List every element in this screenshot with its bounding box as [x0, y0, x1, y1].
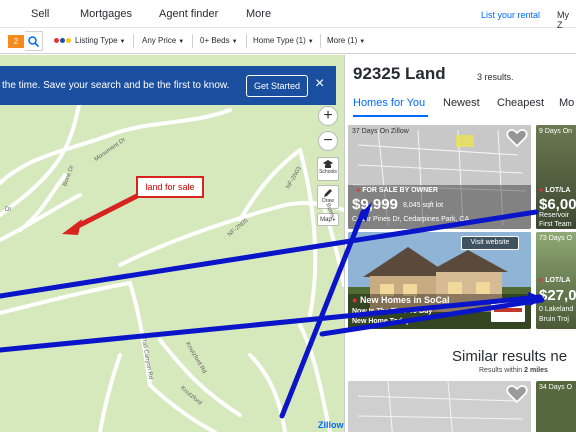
visit-website-button[interactable]: Visit website [461, 236, 519, 250]
get-started-button[interactable]: Get Started [246, 75, 308, 97]
listing-broker: Bruin Troj [539, 316, 569, 323]
heart-icon[interactable] [506, 127, 528, 149]
tab-more[interactable]: Mo [559, 97, 574, 109]
listing-broker: First Team [539, 221, 572, 228]
listing-card[interactable]: 37 Days On Zillow ● FOR SALE BY OWNER $9… [348, 125, 531, 229]
home-type-filter[interactable]: Home Type (1) ▼ [253, 32, 314, 50]
divider [133, 34, 134, 48]
days-on-zillow: 9 Days On [539, 128, 573, 135]
ad-subtitle: Now Is The Time To Buy [352, 308, 433, 315]
listing-card[interactable]: 73 Days O ● LOT/LA $27,0 0 Lakeland Brui… [536, 232, 576, 329]
listing-address: 0 Lakeland [539, 306, 574, 313]
listing-status-text: LOT/LA [545, 187, 571, 194]
school-icon [323, 160, 333, 168]
results-count: 3 results. [477, 72, 514, 82]
listing-status: ● LOT/LA [539, 187, 570, 194]
beds-filter[interactable]: 0+ Beds ▼ [200, 32, 238, 50]
beds-filter-label: 0+ Beds [200, 36, 230, 45]
days-on-zillow: 37 Days On Zillow [352, 128, 409, 135]
zoom-out-button[interactable]: − [318, 131, 338, 151]
results-within-value: 2 miles [524, 367, 548, 374]
save-search-banner: the time. Save your search and be the fi… [0, 66, 336, 105]
ad-tagline: New Home Today [352, 318, 410, 325]
caret-down-icon: ▼ [307, 39, 314, 45]
filter-bar: 2 Listing Type ▼ Any Price ▼ 0+ Beds ▼ Home… [0, 28, 576, 54]
nav-mortgages[interactable]: Mortgages [80, 8, 132, 20]
results-title: 92325 Land [353, 64, 446, 83]
listing-status-text: LOT/LA [545, 277, 571, 284]
status-dot-icon: ● [352, 295, 360, 305]
caret-down-icon: ▼ [119, 39, 126, 46]
listing-type-dots-icon [54, 32, 72, 50]
price-filter-label: Any Price [142, 36, 177, 45]
results-pane: 92325 Land 3 results. Homes for You Newe… [344, 55, 576, 432]
listing-price: $27,0 [539, 287, 576, 304]
nav-more[interactable]: More [246, 8, 271, 20]
active-tab-indicator [353, 115, 428, 117]
advertiser-logo [491, 300, 525, 322]
nav-list-rental[interactable]: List your rental [481, 10, 540, 20]
search-count-badge: 2 [8, 35, 24, 48]
tab-homes-for-you[interactable]: Homes for You [353, 97, 425, 109]
caret-down-icon: ▼ [359, 39, 366, 45]
nav-sell[interactable]: Sell [31, 8, 49, 20]
search-button[interactable] [25, 31, 43, 51]
land-for-sale-callout: land for sale [136, 176, 204, 198]
map-pane[interactable]: the time. Save your search and be the fi… [0, 55, 344, 432]
listing-price: $9,999 [352, 196, 398, 213]
tab-cheapest[interactable]: Cheapest [497, 97, 544, 109]
ad-title-text: New Homes in SoCal [359, 295, 450, 305]
more-filter-label: More (1) [327, 36, 358, 45]
price-filter[interactable]: Any Price ▼ [142, 32, 184, 50]
new-homes-ad-card[interactable]: Visit website ● New Homes in SoCal Now I… [348, 232, 531, 329]
ad-title: ● New Homes in SoCal [352, 295, 449, 305]
caret-down-icon: ▼ [231, 39, 238, 45]
listing-address: Cedar Pines Dr, Cedarpines Park, CA [352, 216, 470, 223]
similar-results-heading: Similar results ne [452, 348, 568, 365]
listing-status-text: FOR SALE BY OWNER [362, 187, 438, 194]
map-roads [0, 98, 344, 432]
schools-button[interactable]: Schools [317, 157, 339, 181]
zoom-in-button[interactable]: + [318, 106, 338, 126]
banner-text: the time. Save your search and be the fi… [2, 80, 230, 91]
lot-plat-map [348, 381, 531, 432]
results-within-prefix: Results within [479, 367, 523, 374]
street-label: Dr [5, 207, 12, 213]
listing-card[interactable]: 34 Days O [536, 381, 576, 432]
listing-status: ● FOR SALE BY OWNER [356, 187, 438, 194]
close-icon[interactable]: × [315, 75, 324, 93]
divider [192, 34, 193, 48]
lot-plat-map [348, 125, 531, 229]
home-type-filter-label: Home Type (1) [253, 36, 306, 45]
listing-type-filter[interactable]: Listing Type ▼ [54, 32, 126, 50]
results-within: Results within 2 miles [479, 367, 548, 374]
heart-icon[interactable] [506, 383, 528, 405]
pencil-icon [324, 189, 332, 197]
zillow-window: Sell Mortgages Agent finder More List yo… [0, 0, 576, 432]
top-nav: Sell Mortgages Agent finder More List yo… [0, 0, 576, 30]
advertiser-logo-mark [494, 308, 522, 312]
listing-card[interactable]: 9 Days On ● LOT/LA $6,00 Reservoir First… [536, 125, 576, 229]
divider [246, 34, 247, 48]
listing-address: Reservoir [539, 212, 569, 219]
zillow-logo: Zillow [318, 420, 344, 430]
listing-type-label: Listing Type [75, 36, 118, 46]
caret-down-icon: ▼ [178, 39, 185, 45]
divider [320, 34, 321, 48]
days-on-zillow: 34 Days O [539, 384, 573, 391]
more-filter[interactable]: More (1) ▼ [327, 32, 365, 50]
search-icon [28, 36, 39, 47]
listing-card[interactable] [348, 381, 531, 432]
tab-newest[interactable]: Newest [443, 97, 480, 109]
days-on-zillow: 73 Days O [539, 235, 573, 242]
schools-label: Schools [319, 169, 337, 175]
listing-price: $6,00 [539, 196, 576, 213]
listing-size: 8,045 sqft lot [403, 202, 444, 209]
listing-status: ● LOT/LA [539, 277, 570, 284]
nav-agent-finder[interactable]: Agent finder [159, 8, 218, 20]
nav-my-zillow[interactable]: My Z [557, 10, 576, 30]
